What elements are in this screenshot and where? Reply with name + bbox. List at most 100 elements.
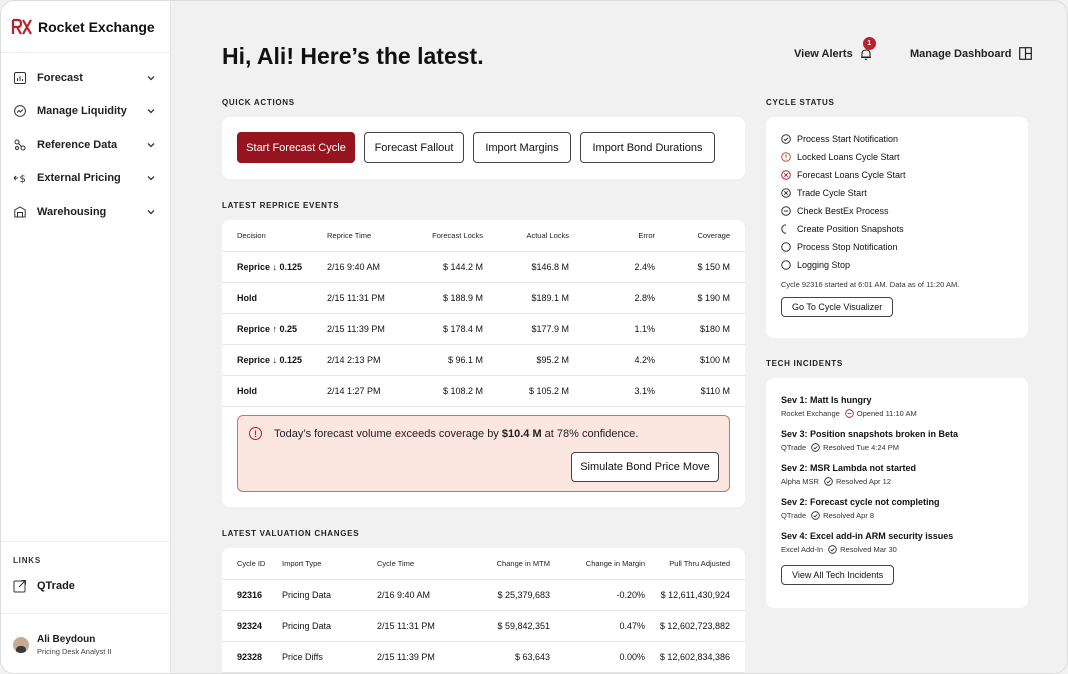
coverage-cell: $100 M xyxy=(655,344,745,376)
pull-thru-cell: $ 12,611,430,924 xyxy=(645,579,745,611)
incident-title: Sev 4: Excel add-in ARM security issues xyxy=(781,531,954,541)
check-circle-icon xyxy=(811,443,820,452)
pull-thru-cell: $ 12,602,723,882 xyxy=(645,610,745,642)
page-title: Hi, Ali! Here’s the latest. xyxy=(222,43,484,69)
forecast-fallout-button[interactable]: Forecast Fallout xyxy=(364,132,464,163)
incident-title: Sev 2: Forecast cycle not completing xyxy=(781,497,940,507)
reprice-table: Decision Reprice Time Forecast Locks Act… xyxy=(222,220,745,407)
exchange-dollar-icon: $ xyxy=(13,171,27,185)
incident-item[interactable]: Sev 2: Forecast cycle not completing QTr… xyxy=(781,497,1013,520)
links-header: LINKS xyxy=(13,556,41,565)
column-header: Error xyxy=(569,220,655,252)
x-circle-icon xyxy=(781,188,791,198)
incident-title: Sev 2: MSR Lambda not started xyxy=(781,463,917,473)
cycle-step: Process Stop Notification xyxy=(781,238,1013,256)
incident-item[interactable]: Sev 2: MSR Lambda not started Alpha MSR … xyxy=(781,463,1013,486)
import-type-cell: Pricing Data xyxy=(282,579,377,611)
column-header: Decision xyxy=(222,220,327,252)
sidebar-item-manage-liquidity[interactable]: Manage Liquidity xyxy=(1,95,170,129)
cycle-status-card: Process Start Notification Locked Loans … xyxy=(766,117,1028,338)
coverage-alert: ! Today’s forecast volume exceeds covera… xyxy=(237,415,730,492)
cycle-id-cell: 92328 xyxy=(222,641,282,673)
view-alerts-button[interactable]: View Alerts 1 xyxy=(794,37,876,61)
incident-item[interactable]: Sev 1: Matt Is hungry Rocket Exchange Op… xyxy=(781,395,1013,418)
sidebar-item-label: Manage Liquidity xyxy=(37,105,127,118)
sidebar-nav: Forecast Manage Liquidity Reference Data xyxy=(1,53,170,229)
forecast-locks-cell: $ 144.2 M xyxy=(412,251,483,283)
check-circle-icon xyxy=(824,477,833,486)
incident-meta: QTrade Resolved Tue 4:24 PM xyxy=(781,443,1013,452)
change-margin-cell: 0.47% xyxy=(550,610,645,642)
alert-amount: $10.4 M xyxy=(501,428,542,440)
view-alerts-label: View Alerts xyxy=(794,48,853,60)
simulate-bond-price-move-button[interactable]: Simulate Bond Price Move xyxy=(571,452,719,482)
cycle-time-cell: 2/15 11:31 PM xyxy=(377,610,462,642)
coverage-alert-text: Today’s forecast volume exceeds coverage… xyxy=(274,428,638,440)
cycle-step: Trade Cycle Start xyxy=(781,184,1013,202)
column-header: Reprice Time xyxy=(327,220,412,252)
table-row[interactable]: 92324 Pricing Data 2/15 11:31 PM $ 59,84… xyxy=(222,610,745,642)
decision-cell: Reprice ↓ 0.125 xyxy=(222,251,327,283)
decision-cell: Hold xyxy=(222,282,327,314)
chevron-down-icon xyxy=(147,176,155,181)
sidebar-item-reference-data[interactable]: Reference Data xyxy=(1,128,170,162)
table-row[interactable]: Hold 2/15 11:31 PM $ 188.9 M $189.1 M 2.… xyxy=(222,282,745,314)
brand[interactable]: Rocket Exchange xyxy=(1,1,170,53)
cycle-step-label: Trade Cycle Start xyxy=(797,188,867,198)
chevron-down-icon xyxy=(147,209,155,215)
incident-status: Resolved Mar 30 xyxy=(840,545,897,554)
actual-locks-cell: $177.9 M xyxy=(483,313,569,345)
decision-cell: Hold xyxy=(222,375,327,407)
error-cell: 4.2% xyxy=(569,344,655,376)
cycle-time-cell: 2/16 9:40 AM xyxy=(377,579,462,611)
bell-icon: 1 xyxy=(859,37,876,61)
sidebar-item-forecast[interactable]: Forecast xyxy=(1,61,170,95)
incident-item[interactable]: Sev 3: Position snapshots broken in Beta… xyxy=(781,429,1013,452)
incident-meta: Rocket Exchange Opened 11:10 AM xyxy=(781,409,1013,418)
link-qtrade[interactable]: QTrade xyxy=(1,565,171,593)
cycle-step-label: Check BestEx Process xyxy=(797,206,889,216)
user-profile[interactable]: Ali Beydoun Pricing Desk Analyst II xyxy=(1,613,171,673)
manage-dashboard-button[interactable]: Manage Dashboard xyxy=(910,47,1033,60)
table-row[interactable]: 92316 Pricing Data 2/16 9:40 AM $ 25,379… xyxy=(222,579,745,611)
reprice-time-cell: 2/14 1:27 PM xyxy=(327,375,412,407)
incident-status: Resolved Apr 8 xyxy=(823,511,875,520)
cycle-step-label: Process Start Notification xyxy=(797,134,899,144)
coverage-cell: $110 M xyxy=(655,375,745,407)
table-row[interactable]: 92328 Price Diffs 2/15 11:39 PM $ 63,643… xyxy=(222,641,745,673)
table-header-row: Cycle ID Import Type Cycle Time Change i… xyxy=(222,548,745,580)
warning-circle-icon xyxy=(781,152,791,162)
actual-locks-cell: $146.8 M xyxy=(483,251,569,283)
main-content: Hi, Ali! Here’s the latest. View Alerts … xyxy=(171,1,1067,673)
table-row[interactable]: Reprice ↑ 0.25 2/15 11:39 PM $ 178.4 M $… xyxy=(222,313,745,345)
user-role: Pricing Desk Analyst II xyxy=(37,646,112,656)
view-all-tech-incidents-button[interactable]: View All Tech Incidents xyxy=(781,565,895,585)
cycle-step-label: Forecast Loans Cycle Start xyxy=(797,170,906,180)
rocket-exchange-logo-icon xyxy=(11,18,32,35)
sidebar-item-warehousing[interactable]: Warehousing xyxy=(1,195,170,229)
sidebar-item-external-pricing[interactable]: $ External Pricing xyxy=(1,162,170,196)
valuation-changes-title: LATEST VALUATION CHANGES xyxy=(222,529,360,538)
incident-title: Sev 1: Matt Is hungry xyxy=(781,395,872,405)
check-circle-icon xyxy=(828,545,837,554)
table-row[interactable]: Reprice ↓ 0.125 2/16 9:40 AM $ 144.2 M $… xyxy=(222,251,745,283)
incident-item[interactable]: Sev 4: Excel add-in ARM security issues … xyxy=(781,531,1013,554)
actual-locks-cell: $95.2 M xyxy=(483,344,569,376)
table-row[interactable]: Hold 2/14 1:27 PM $ 108.2 M $ 105.2 M 3.… xyxy=(222,375,745,407)
table-row[interactable]: Reprice ↓ 0.125 2/14 2:13 PM $ 96.1 M $9… xyxy=(222,344,745,376)
error-cell: 2.4% xyxy=(569,251,655,283)
quick-actions-title: QUICK ACTIONS xyxy=(222,98,295,107)
coverage-cell: $180 M xyxy=(655,313,745,345)
import-margins-button[interactable]: Import Margins xyxy=(473,132,571,163)
reprice-time-cell: 2/15 11:31 PM xyxy=(327,282,412,314)
import-type-cell: Pricing Data xyxy=(282,610,377,642)
cycle-note: Cycle 92316 started at 6:01 AM. Data as … xyxy=(781,280,960,289)
valuation-changes-card: Cycle ID Import Type Cycle Time Change i… xyxy=(222,548,745,673)
import-bond-durations-button[interactable]: Import Bond Durations xyxy=(580,132,715,163)
start-forecast-cycle-button[interactable]: Start Forecast Cycle xyxy=(237,132,355,163)
error-circle-icon xyxy=(781,170,791,180)
go-to-cycle-visualizer-button[interactable]: Go To Cycle Visualizer xyxy=(781,297,894,317)
reprice-time-cell: 2/16 9:40 AM xyxy=(327,251,412,283)
reprice-time-cell: 2/15 11:39 PM xyxy=(327,313,412,345)
cycle-step-label: Logging Stop xyxy=(797,260,851,270)
